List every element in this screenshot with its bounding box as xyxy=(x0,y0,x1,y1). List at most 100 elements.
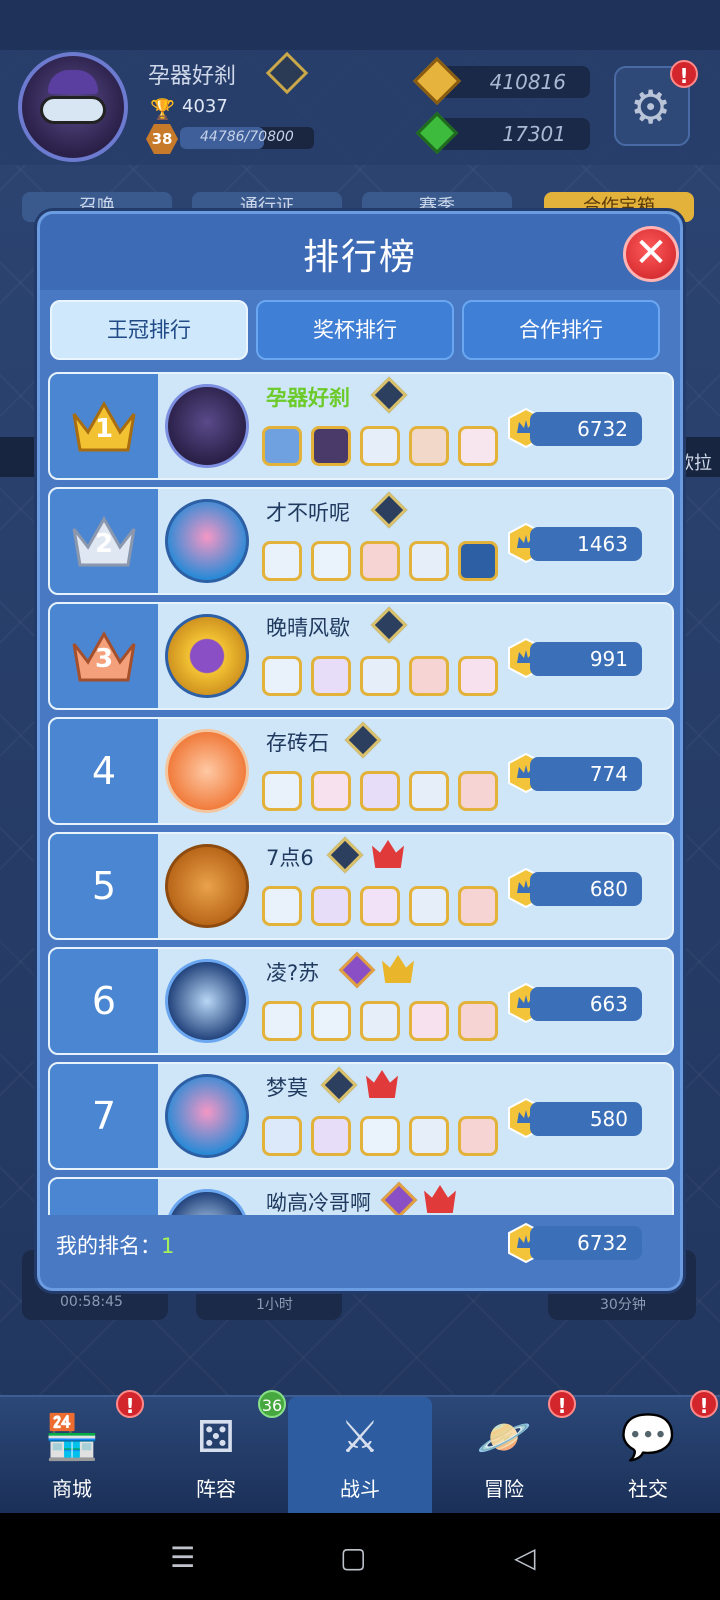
shop-alert-badge: ! xyxy=(116,1390,144,1418)
nav-battle[interactable]: ⚔ 战斗 xyxy=(288,1397,432,1515)
bg-timer-2: 1小时 xyxy=(256,1297,293,1313)
tab-crown-ranking[interactable]: 王冠排行 xyxy=(50,300,248,360)
tab-trophy-ranking[interactable]: 奖杯排行 xyxy=(256,300,454,360)
hero-icon xyxy=(311,886,351,926)
menu-icon[interactable]: ☰ xyxy=(170,1541,195,1574)
hero-icon xyxy=(262,656,302,696)
xp-text: 44786/70800 xyxy=(200,129,294,145)
rank-badge-icon xyxy=(320,1066,358,1104)
rank-number: 1 xyxy=(94,414,114,444)
hero-icon xyxy=(311,541,351,581)
status-bar xyxy=(0,0,720,50)
avatar[interactable] xyxy=(165,614,249,698)
hero-icon xyxy=(360,656,400,696)
rank-badge-icon xyxy=(344,721,382,759)
player-name: 才不听呢 xyxy=(266,501,350,525)
back-icon[interactable]: ◁ xyxy=(514,1541,536,1574)
player-avatar[interactable] xyxy=(18,52,128,162)
bg-timer-3: 30分钟 xyxy=(600,1297,646,1313)
avatar[interactable] xyxy=(165,729,249,813)
hero-icon xyxy=(458,886,498,926)
player-name: 呦高冷哥啊 xyxy=(266,1191,371,1215)
rank-number: 3 xyxy=(94,644,114,674)
ranking-row[interactable]: 呦高冷哥啊 xyxy=(48,1177,674,1215)
score-value: 6732 xyxy=(530,412,642,446)
ranking-row[interactable]: 1 孕器好刹 6732 xyxy=(48,372,674,480)
hero-icon xyxy=(458,1001,498,1041)
player-name: 孕器好刹 xyxy=(148,64,237,89)
my-rank-label-text: 我的排名： xyxy=(56,1234,161,1258)
rank-number: 6 xyxy=(91,979,117,1023)
my-rank-bar: 我的排名：1 6732 xyxy=(50,1214,670,1274)
hero-icon xyxy=(409,1116,449,1156)
my-rank-label: 我的排名：1 xyxy=(56,1230,174,1260)
ranking-row[interactable]: 3 晚晴风歇 991 xyxy=(48,602,674,710)
chat-icon: 💬 xyxy=(620,1412,676,1463)
hero-icon xyxy=(262,1116,302,1156)
close-button[interactable]: ✕ xyxy=(623,226,679,282)
hero-icon xyxy=(409,426,449,466)
avatar[interactable] xyxy=(165,844,249,928)
avatar[interactable] xyxy=(165,499,249,583)
trophy-icon: 🏆 xyxy=(150,97,175,121)
trophy-count: 4037 xyxy=(182,96,228,117)
hero-icon xyxy=(360,886,400,926)
avatar[interactable] xyxy=(165,1074,249,1158)
ranking-list[interactable]: 1 孕器好刹 6732 2 才不听呢 1463 3 晚晴风歇 991 4 存砖石… xyxy=(48,372,674,1215)
ranking-row[interactable]: 2 才不听呢 1463 xyxy=(48,487,674,595)
hero-icon xyxy=(262,886,302,926)
ranking-row[interactable]: 5 7点6 680 xyxy=(48,832,674,940)
score-value: 991 xyxy=(530,642,642,676)
rank-number: 5 xyxy=(91,864,117,908)
nav-label: 商城 xyxy=(52,1477,92,1501)
xp-bar: 44786/70800 xyxy=(180,127,314,149)
nav-label: 冒险 xyxy=(484,1477,524,1501)
home-icon[interactable]: ▢ xyxy=(340,1541,366,1574)
rank-cell: 6 xyxy=(50,949,158,1053)
hero-icon xyxy=(409,1001,449,1041)
rank-cell: 2 xyxy=(50,489,158,593)
hero-icon xyxy=(262,1001,302,1041)
dice-icon: ⚄ xyxy=(196,1412,236,1463)
nav-label: 社交 xyxy=(628,1477,668,1501)
shop-icon: 🏪 xyxy=(44,1412,100,1463)
gear-icon: ⚙ xyxy=(630,80,672,134)
score-value: 580 xyxy=(530,1102,642,1136)
helmet-shape xyxy=(48,70,98,94)
player-name: 梦莫 xyxy=(266,1076,308,1100)
avatar[interactable] xyxy=(165,384,249,468)
my-score-value: 6732 xyxy=(530,1226,642,1260)
score-value: 1463 xyxy=(530,527,642,561)
hero-icon xyxy=(360,426,400,466)
modal-title: 排行榜 xyxy=(302,237,417,278)
rank-cell: 7 xyxy=(50,1064,158,1168)
rank-badge-icon xyxy=(338,951,376,989)
avatar[interactable] xyxy=(165,959,249,1043)
rank-badge-icon xyxy=(380,1181,418,1215)
hero-icon xyxy=(409,886,449,926)
hero-icon xyxy=(360,771,400,811)
crown-badge-icon xyxy=(366,1070,398,1098)
score-value: 680 xyxy=(530,872,642,906)
tab-coop-ranking[interactable]: 合作排行 xyxy=(462,300,660,360)
swords-icon: ⚔ xyxy=(340,1412,380,1463)
ranking-row[interactable]: 6 凌?苏 663 xyxy=(48,947,674,1055)
rank-cell: 4 xyxy=(50,719,158,823)
player-name: 凌?苏 xyxy=(266,961,320,985)
hero-icon xyxy=(360,1001,400,1041)
crown-badge-icon xyxy=(382,955,414,983)
hero-icon xyxy=(458,541,498,581)
rank-cell: 3 xyxy=(50,604,158,708)
hero-icon xyxy=(409,771,449,811)
avatar[interactable] xyxy=(165,1189,249,1215)
bg-timer-1: 00:58:45 xyxy=(60,1294,123,1310)
rank-badge-icon xyxy=(370,376,408,414)
hero-icon xyxy=(360,1116,400,1156)
hero-icon xyxy=(262,426,302,466)
ranking-row[interactable]: 7 梦莫 580 xyxy=(48,1062,674,1170)
player-name: 存砖石 xyxy=(266,731,329,755)
gem-box: 17301 xyxy=(436,118,590,150)
ranking-row[interactable]: 4 存砖石 774 xyxy=(48,717,674,825)
gem-amount: 17301 xyxy=(502,122,566,146)
hero-icon xyxy=(360,541,400,581)
